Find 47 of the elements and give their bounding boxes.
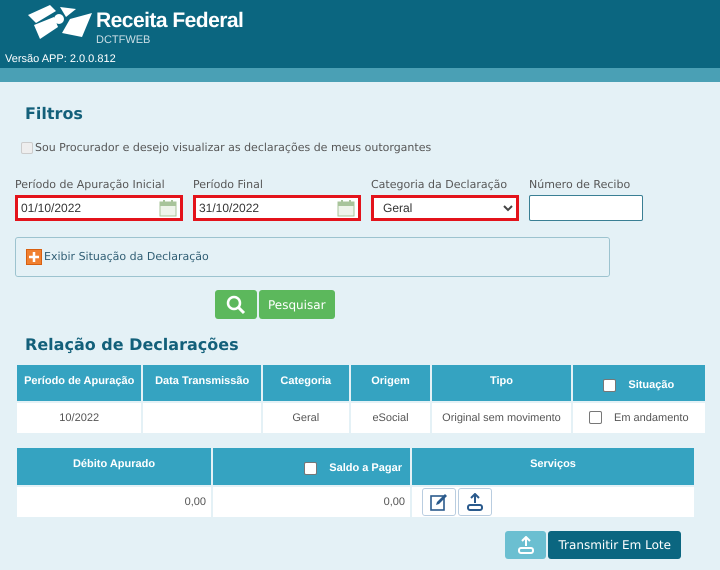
field-label: Período de Apuração Inicial [15,176,166,192]
column-header: Categoria [262,365,349,401]
product-name: DCTFWEB [96,35,150,46]
upload-icon [465,493,485,511]
brand-name: Receita Federal [96,10,244,31]
column-header: Débito Apurado [17,448,211,485]
checkbox-label: Sou Procurador e desejo visualizar as declarações de meus outorgantes [35,140,432,156]
upload-icon [516,536,536,554]
table-cell: 0,00 [17,487,211,517]
pencil-icon [430,493,448,511]
select-field[interactable]: Geral [371,195,519,221]
field-label: Período Final [193,176,264,192]
batch-transmit-button[interactable]: Transmitir Em Lote [548,531,681,559]
section-title: Relação de Declarações [25,334,240,356]
expand-toggle[interactable]: Exibir Situação da Declaração [26,248,209,266]
calendar-icon [337,199,355,217]
upload-button[interactable] [458,488,492,516]
date-field[interactable]: 01/10/2022 [15,195,183,221]
column-header: Serviços [412,448,694,485]
column-header: Tipo [432,365,571,401]
input-field[interactable] [529,195,643,221]
field-label: Categoria da Declaração [371,176,508,192]
status-text: Em andamento [614,412,689,424]
table-cell: 10/2022 [17,403,142,433]
chevron-down-icon [503,204,513,212]
table-cell: 0,00 [213,487,410,517]
logo-icon [26,3,94,41]
table-cell: eSocial [350,403,430,433]
column-header: Situação [628,379,674,391]
version-text: Versão APP: 2.0.0.812 [5,54,116,65]
checkbox[interactable] [21,142,33,154]
edit-button[interactable] [422,488,456,516]
table-cell: Original sem movimento [432,403,571,433]
field-label: Número de Recibo [529,176,632,192]
column-header: Saldo a Pagar [329,462,402,474]
checkbox[interactable] [603,378,616,392]
calendar-icon [159,199,177,217]
search-icon [226,294,246,314]
table-cell: Geral [262,403,349,433]
checkbox[interactable] [589,411,602,424]
column-header: Data Transmissão [143,365,261,401]
checkbox[interactable] [304,462,318,475]
date-field[interactable]: 31/10/2022 [193,195,361,221]
search-button[interactable] [215,290,257,319]
section-title: Filtros [25,103,84,125]
column-header: Origem [350,365,430,401]
column-header: Período de Apuração [17,365,142,401]
